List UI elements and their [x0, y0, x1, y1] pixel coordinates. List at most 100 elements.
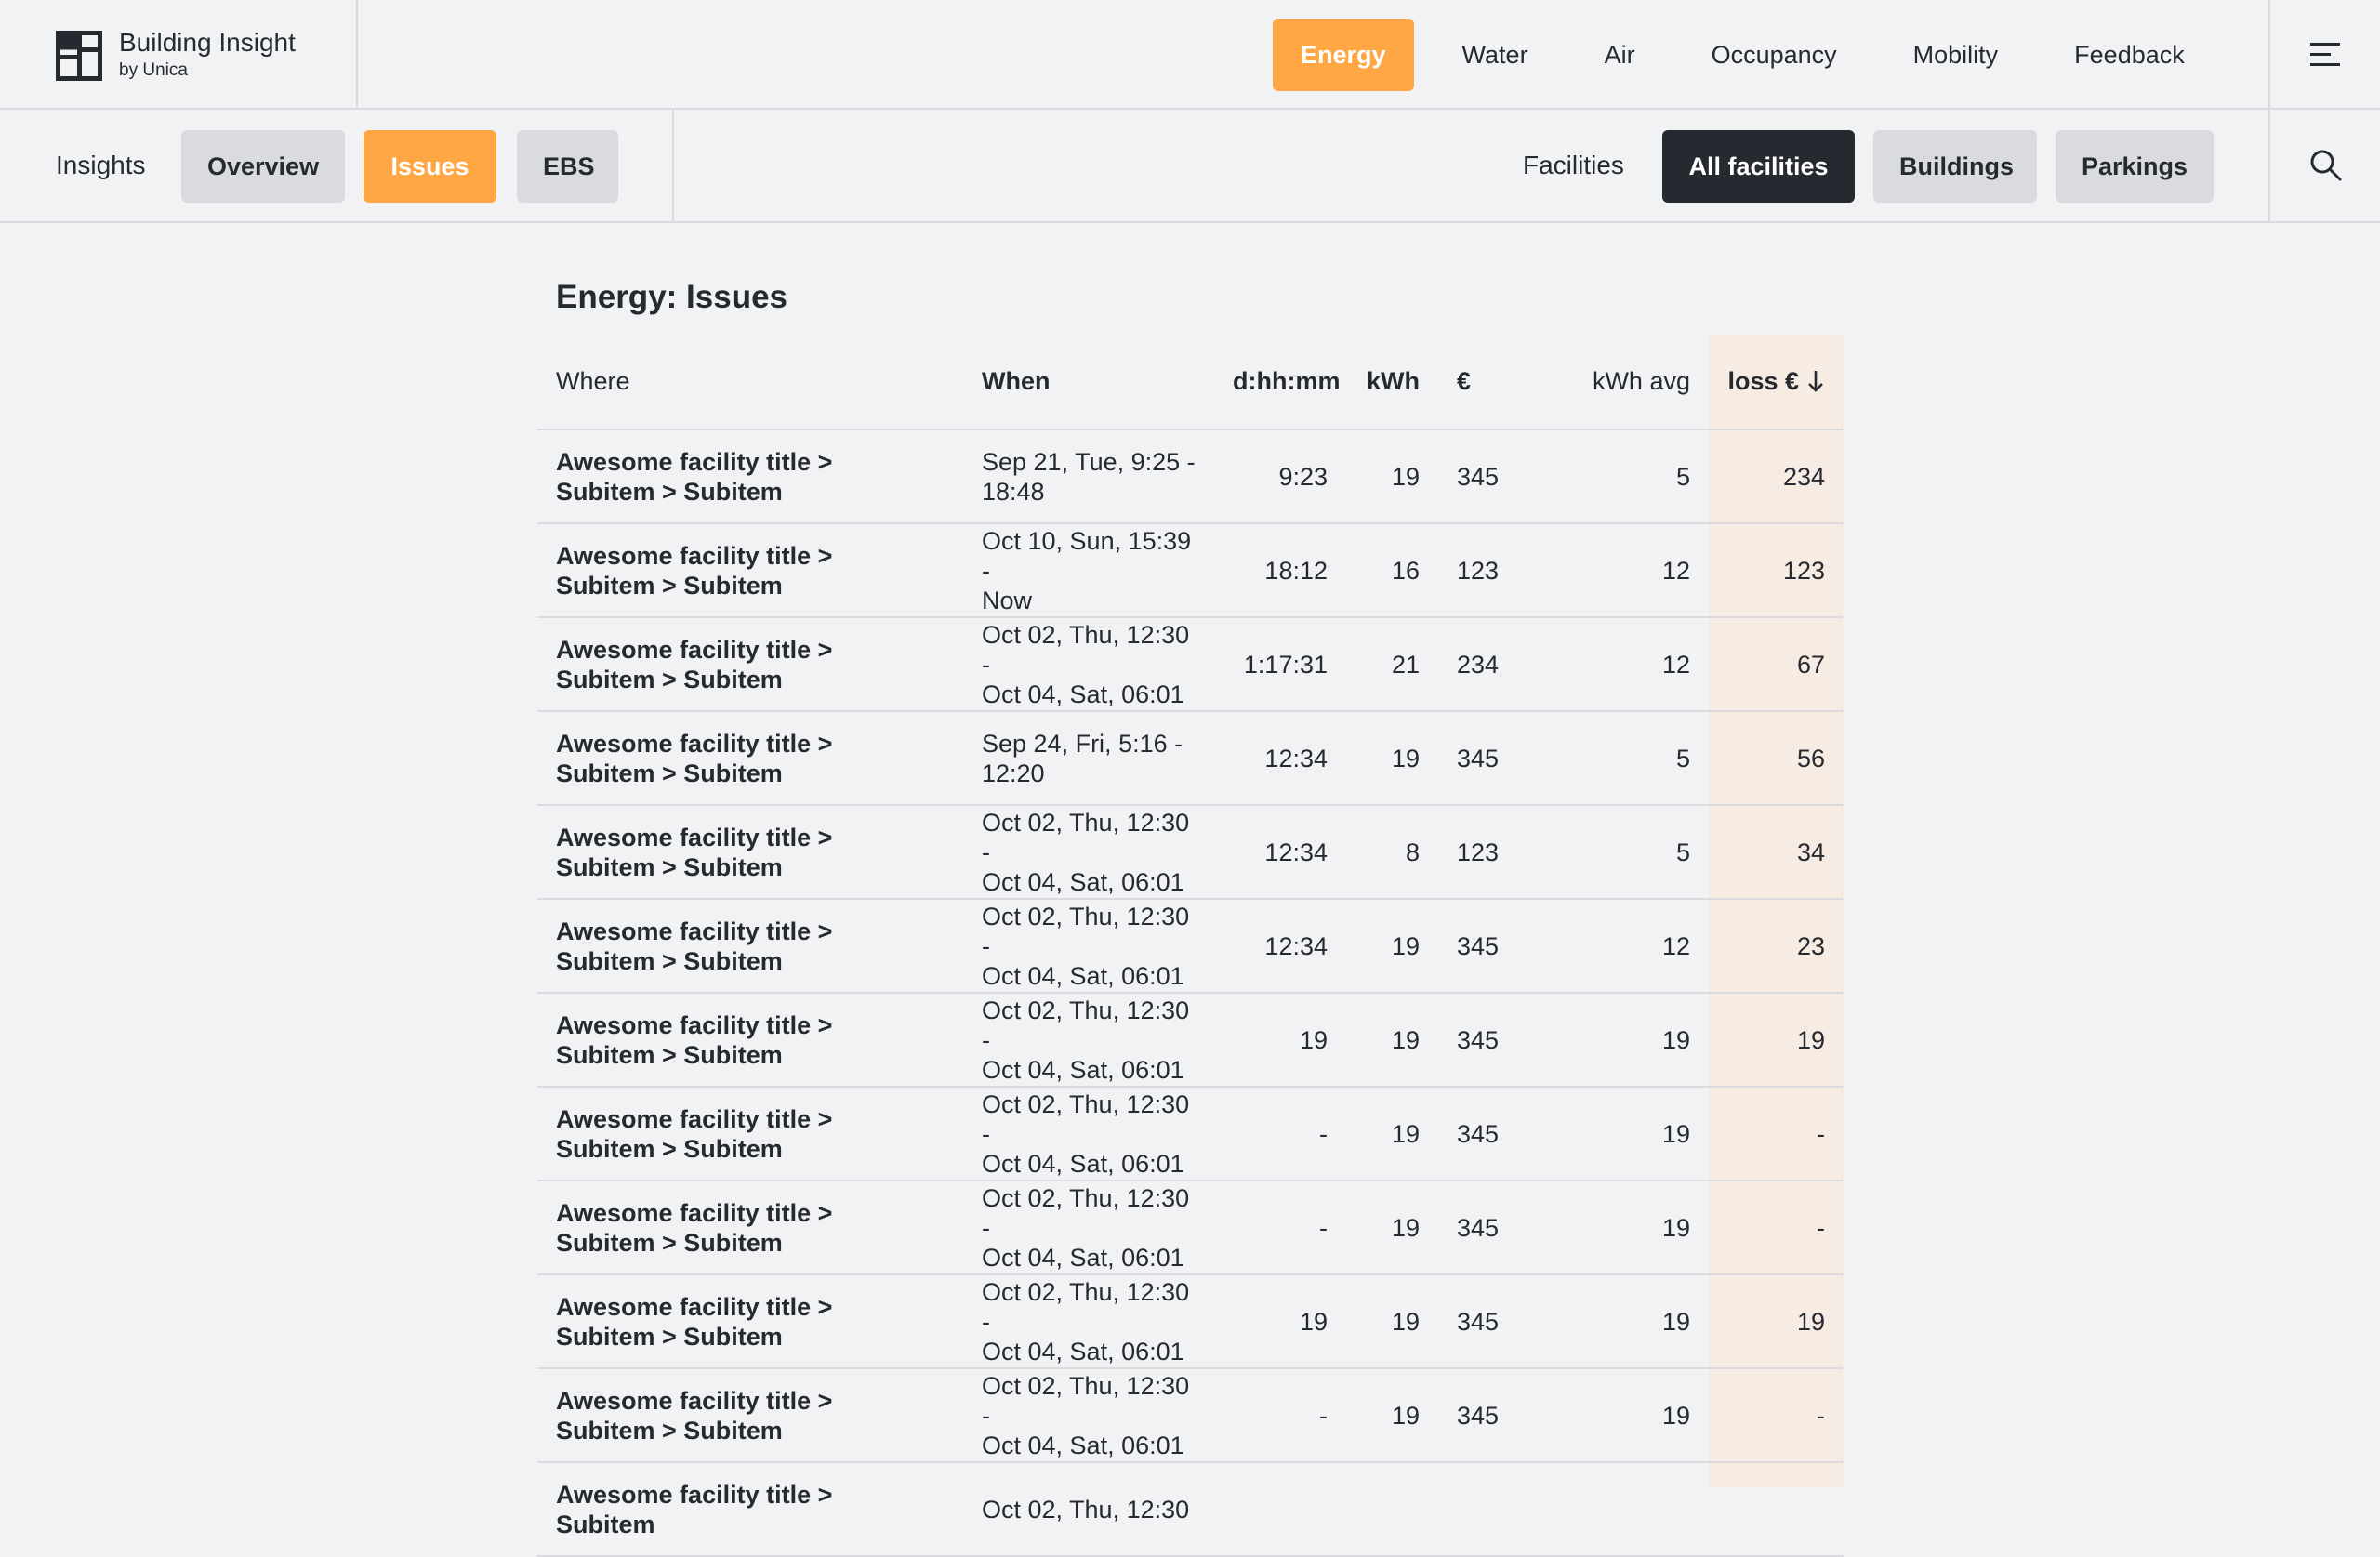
table-row[interactable]: Awesome facility title > Subitem > Subit…: [537, 899, 1844, 994]
tab-issues[interactable]: Issues: [364, 130, 496, 203]
kwh-cell: 19: [1346, 1368, 1438, 1463]
table-row[interactable]: Awesome facility title > Subitem > Subit…: [537, 1368, 1844, 1463]
col-loss-label: loss €: [1727, 367, 1799, 395]
table-row[interactable]: Awesome facility title > Subitem > Subit…: [537, 1274, 1844, 1369]
col-duration[interactable]: d:hh:mm: [1214, 335, 1346, 430]
arrow-down-icon: [1808, 371, 1823, 392]
kwh-cell: 19: [1346, 1274, 1438, 1369]
loss-cell: 19: [1709, 993, 1844, 1088]
duration-cell: 19: [1214, 1274, 1346, 1369]
menu-button[interactable]: [2268, 0, 2380, 110]
where-cell: Awesome facility title > Subitem > Subit…: [537, 1368, 963, 1463]
eur-cell: 345: [1438, 899, 1517, 994]
table-row[interactable]: Awesome facility title > Subitem > Subit…: [537, 993, 1844, 1088]
where-cell: Awesome facility title > Subitem > Subit…: [537, 617, 963, 712]
duration-cell: 12:34: [1214, 899, 1346, 994]
nav-occupancy[interactable]: Occupancy: [1684, 19, 1865, 91]
table-row[interactable]: Awesome facility title > Subitem > Subit…: [537, 1087, 1844, 1181]
col-kwh[interactable]: kWh: [1346, 335, 1438, 430]
filter-buildings[interactable]: Buildings: [1873, 130, 2037, 203]
loss-cell: 34: [1709, 805, 1844, 900]
nav-air[interactable]: Air: [1577, 19, 1663, 91]
kwh-avg-cell: 12: [1517, 523, 1709, 618]
where-cell: Awesome facility title > Subitem > Subit…: [537, 429, 963, 524]
nav-energy[interactable]: Energy: [1273, 19, 1414, 91]
kwh-cell: 19: [1346, 899, 1438, 994]
kwh-cell: 16: [1346, 523, 1438, 618]
facilities-label: Facilities: [1523, 151, 1624, 179]
table-row[interactable]: Awesome facility title > Subitem > Subit…: [537, 805, 1844, 900]
duration-cell: [1214, 1462, 1346, 1557]
main-nav: Energy Water Air Occupancy Mobility Feed…: [1273, 19, 2233, 91]
when-cell: Oct 02, Thu, 12:30 - Oct 04, Sat, 06:01: [963, 1087, 1214, 1181]
eur-cell: 345: [1438, 1274, 1517, 1369]
when-cell: Oct 02, Thu, 12:30 - Oct 04, Sat, 06:01: [963, 1274, 1214, 1369]
search-button[interactable]: [2268, 110, 2380, 221]
brand-title: Building Insight: [119, 28, 296, 57]
table-row[interactable]: Awesome facility title > Subitem > Subit…: [537, 617, 1844, 712]
duration-cell: 18:12: [1214, 523, 1346, 618]
eur-cell: 234: [1438, 617, 1517, 712]
where-cell: Awesome facility title > Subitem > Subit…: [537, 523, 963, 618]
table-row[interactable]: Awesome facility title > Subitem > Subit…: [537, 1181, 1844, 1275]
nav-mobility[interactable]: Mobility: [1885, 19, 2027, 91]
duration-cell: -: [1214, 1181, 1346, 1275]
kwh-avg-cell: 5: [1517, 805, 1709, 900]
col-when[interactable]: When: [963, 335, 1214, 430]
eur-cell: 345: [1438, 993, 1517, 1088]
loss-cell: -: [1709, 1087, 1844, 1181]
table-row[interactable]: Awesome facility title > Subitem > Subit…: [537, 429, 1844, 524]
sub-bar: Insights Overview Issues EBS Facilities …: [0, 110, 2380, 223]
nav-feedback[interactable]: Feedback: [2046, 19, 2213, 91]
col-where[interactable]: Where: [537, 335, 963, 430]
nav-water[interactable]: Water: [1435, 19, 1556, 91]
eur-cell: 123: [1438, 523, 1517, 618]
kwh-cell: 19: [1346, 711, 1438, 806]
when-cell: Sep 21, Tue, 9:25 - 18:48: [963, 429, 1214, 524]
table-row[interactable]: Awesome facility title > Subitem Oct 02, …: [537, 1462, 1844, 1557]
brand-subtitle: by Unica: [119, 60, 188, 80]
eur-cell: 345: [1438, 429, 1517, 524]
kwh-avg-cell: 5: [1517, 711, 1709, 806]
loss-cell: 56: [1709, 711, 1844, 806]
table-row[interactable]: Awesome facility title > Subitem > Subit…: [537, 711, 1844, 806]
table-row[interactable]: Awesome facility title > Subitem > Subit…: [537, 523, 1844, 618]
when-cell: Oct 02, Thu, 12:30 - Oct 04, Sat, 06:01: [963, 899, 1214, 994]
issues-table: Where When d:hh:mm kWh € kWh avg loss € …: [537, 335, 1844, 1557]
filter-parkings[interactable]: Parkings: [2056, 130, 2214, 203]
eur-cell: 345: [1438, 711, 1517, 806]
kwh-avg-cell: 5: [1517, 429, 1709, 524]
loss-cell: -: [1709, 1181, 1844, 1275]
insights-label: Insights: [56, 151, 146, 179]
duration-cell: 1:17:31: [1214, 617, 1346, 712]
loss-cell: 123: [1709, 523, 1844, 618]
when-cell: Oct 10, Sun, 15:39 - Now: [963, 523, 1214, 618]
duration-cell: -: [1214, 1087, 1346, 1181]
col-loss[interactable]: loss €: [1709, 335, 1844, 430]
filter-all-facilities[interactable]: All facilities: [1662, 130, 1855, 203]
where-cell: Awesome facility title > Subitem > Subit…: [537, 1181, 963, 1275]
kwh-avg-cell: 12: [1517, 899, 1709, 994]
issues-table-body: Awesome facility title > Subitem > Subit…: [537, 429, 1844, 1557]
kwh-cell: 19: [1346, 1087, 1438, 1181]
page-title: Energy: Issues: [556, 279, 787, 315]
kwh-cell: 21: [1346, 617, 1438, 712]
loss-cell: 23: [1709, 899, 1844, 994]
when-cell: Oct 02, Thu, 12:30 - Oct 04, Sat, 06:01: [963, 1368, 1214, 1463]
duration-cell: -: [1214, 1368, 1346, 1463]
table-header-row: Where When d:hh:mm kWh € kWh avg loss €: [537, 335, 1844, 430]
kwh-avg-cell: 19: [1517, 993, 1709, 1088]
where-cell: Awesome facility title > Subitem: [537, 1462, 963, 1557]
where-cell: Awesome facility title > Subitem > Subit…: [537, 711, 963, 806]
when-cell: Sep 24, Fri, 5:16 - 12:20: [963, 711, 1214, 806]
brand[interactable]: Building Insight by Unica: [0, 0, 358, 110]
col-eur[interactable]: €: [1438, 335, 1517, 430]
col-kwh-avg[interactable]: kWh avg: [1517, 335, 1709, 430]
when-cell: Oct 02, Thu, 12:30 - Oct 04, Sat, 06:01: [963, 1181, 1214, 1275]
kwh-cell: 19: [1346, 1181, 1438, 1275]
kwh-avg-cell: 19: [1517, 1368, 1709, 1463]
tab-ebs[interactable]: EBS: [517, 130, 618, 203]
loss-cell: 19: [1709, 1274, 1844, 1369]
when-cell: Oct 02, Thu, 12:30 - Oct 04, Sat, 06:01: [963, 993, 1214, 1088]
tab-overview[interactable]: Overview: [181, 130, 345, 203]
